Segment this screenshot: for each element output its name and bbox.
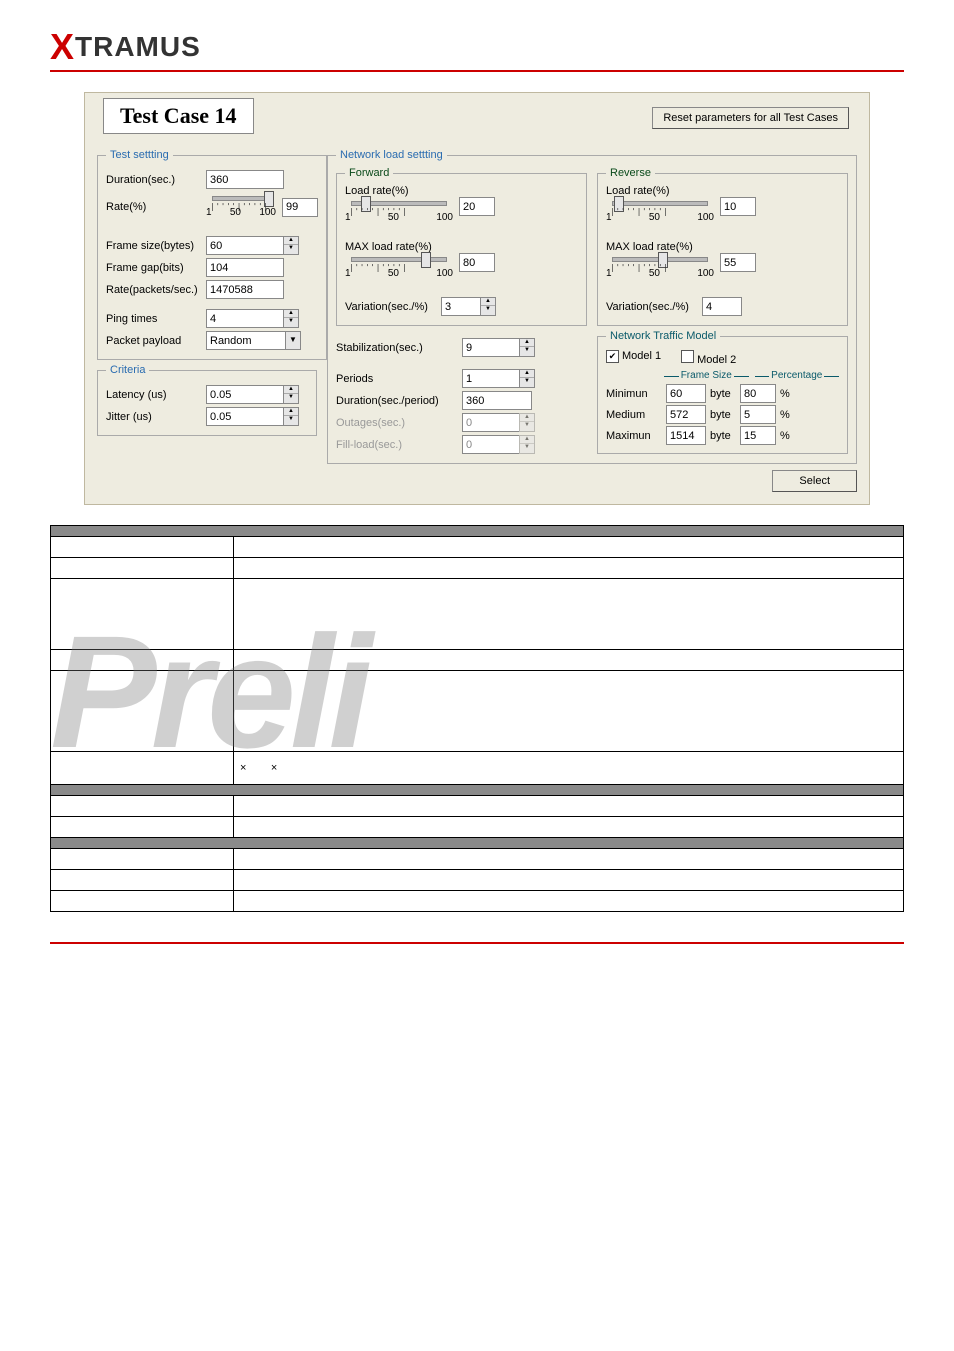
rev-loadrate-input[interactable] [720, 197, 756, 216]
app-panel: Test Case 14 Reset parameters for all Te… [84, 92, 870, 505]
payload-dropdown[interactable]: ▼ [206, 331, 301, 350]
ratepkts-label: Rate(packets/sec.) [106, 284, 206, 296]
fwd-maxload-input[interactable] [459, 253, 495, 272]
ntm-max-label: Maximun [606, 430, 662, 442]
fwd-variation-label: Variation(sec./%) [345, 301, 441, 313]
model1-checkbox[interactable]: ✔Model 1 [606, 350, 661, 366]
fwd-variation-spinner[interactable]: ▲▼ [441, 297, 496, 316]
info-table: × × [50, 525, 904, 912]
ping-spinner[interactable]: ▲▼ [206, 309, 299, 328]
rate-label: Rate(%) [106, 201, 206, 213]
framegap-input[interactable] [206, 258, 284, 277]
fwd-loadrate-slider[interactable]: |''''|''''| 1 50 100 [345, 197, 453, 227]
model2-checkbox[interactable]: Model 2 [681, 350, 736, 366]
ntm-med-size[interactable] [666, 405, 706, 424]
netload-group: Network load settting Forward Load rate(… [327, 149, 857, 464]
duration-input[interactable] [206, 170, 284, 189]
fwd-maxload-slider[interactable]: |''''|''''| 1 50 100 [345, 253, 453, 283]
title-plate: Test Case 14 [103, 98, 254, 134]
test-setting-group: Test settting Duration(sec.) Rate(%) [97, 149, 327, 360]
rev-variation-label: Variation(sec./%) [606, 301, 702, 313]
rev-loadrate-label: Load rate(%) [606, 185, 839, 197]
outages-spinner: ▲▼ [462, 413, 535, 432]
duration-label: Duration(sec.) [106, 174, 206, 186]
periods-label: Periods [336, 373, 462, 385]
dur-per-period-label: Duration(sec./period) [336, 395, 462, 407]
jitter-spinner[interactable]: ▲▼ [206, 407, 299, 426]
rev-loadrate-slider[interactable]: |''''|''''| 1 50 100 [606, 197, 714, 227]
ntm-min-label: Minimun [606, 388, 662, 400]
header-rule [50, 70, 904, 72]
stabilization-spinner[interactable]: ▲▼ [462, 338, 535, 357]
fwd-maxload-label: MAX load rate(%) [345, 241, 578, 253]
payload-label: Packet payload [106, 335, 206, 347]
netload-legend: Network load settting [336, 149, 447, 161]
forward-group: Forward Load rate(%) |''''|''''| 1 [336, 167, 587, 326]
rev-maxload-input[interactable] [720, 253, 756, 272]
ntm-max-size[interactable] [666, 426, 706, 445]
fillload-label: Fill-load(sec.) [336, 439, 462, 451]
select-button[interactable]: Select [772, 470, 857, 492]
ntm-med-pct[interactable] [740, 405, 776, 424]
ntm-med-label: Medium [606, 409, 662, 421]
reverse-group: Reverse Load rate(%) |''''|''''| 1 [597, 167, 848, 326]
framesize-label: Frame size(bytes) [106, 240, 206, 252]
rev-variation-input[interactable] [702, 297, 742, 316]
latency-label: Latency (us) [106, 389, 206, 401]
stabilization-label: Stabilization(sec.) [336, 342, 462, 354]
rev-maxload-label: MAX load rate(%) [606, 241, 839, 253]
reset-button[interactable]: Reset parameters for all Test Cases [652, 107, 849, 129]
rev-maxload-slider[interactable]: |''''|''''| 1 50 100 [606, 253, 714, 283]
outages-label: Outages(sec.) [336, 417, 462, 429]
ntm-max-pct[interactable] [740, 426, 776, 445]
dur-per-period-input[interactable] [462, 391, 532, 410]
latency-spinner[interactable]: ▲▼ [206, 385, 299, 404]
rate-slider[interactable]: |''''|''''| 1 50 100 [206, 192, 276, 222]
periods-spinner[interactable]: ▲▼ [462, 369, 535, 388]
ratepkts-input[interactable] [206, 280, 284, 299]
brand-logo: XTRAMUS [50, 20, 904, 70]
fillload-spinner: ▲▼ [462, 435, 535, 454]
ping-label: Ping times [106, 313, 206, 325]
jitter-label: Jitter (us) [106, 411, 206, 423]
rate-input[interactable] [282, 198, 318, 217]
test-setting-legend: Test settting [106, 149, 173, 161]
x-cells: × × [234, 752, 904, 785]
criteria-group: Criteria Latency (us) ▲▼ Jitter (us) ▲▼ [97, 364, 317, 436]
fwd-loadrate-input[interactable] [459, 197, 495, 216]
fwd-loadrate-label: Load rate(%) [345, 185, 578, 197]
ntm-group: Network Traffic Model ✔Model 1 Model 2 F… [597, 330, 848, 454]
footer-rule [50, 942, 904, 944]
ntm-legend: Network Traffic Model [606, 330, 720, 342]
framegap-label: Frame gap(bits) [106, 262, 206, 274]
reverse-legend: Reverse [606, 167, 655, 179]
criteria-legend: Criteria [106, 364, 149, 376]
framesize-spinner[interactable]: ▲▼ [206, 236, 299, 255]
forward-legend: Forward [345, 167, 393, 179]
